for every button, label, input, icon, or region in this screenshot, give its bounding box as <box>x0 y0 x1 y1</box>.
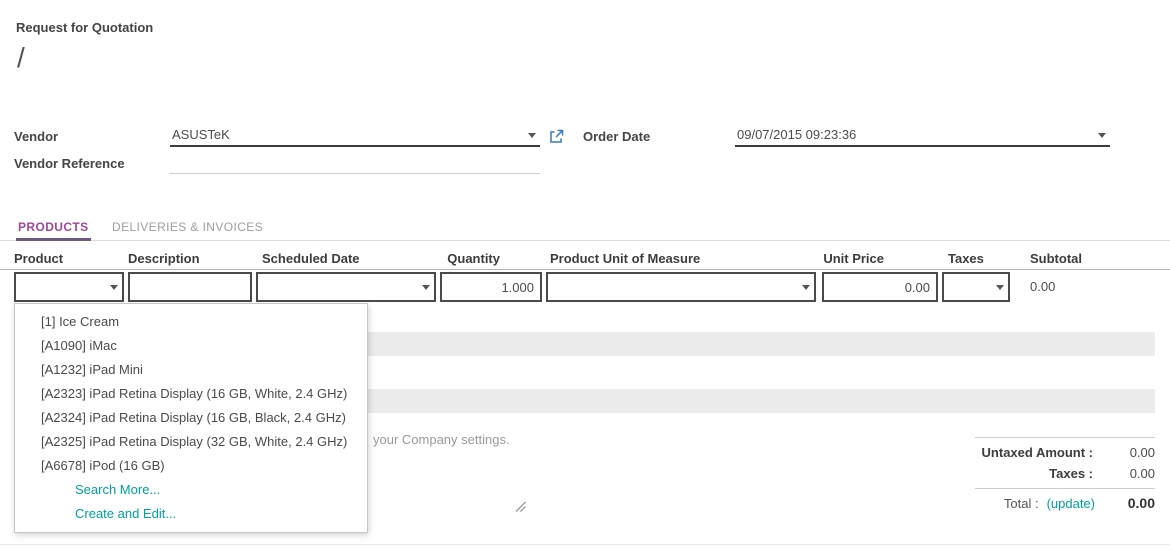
external-link-icon[interactable] <box>549 129 564 144</box>
subtotal-value: 0.00 <box>1030 279 1055 294</box>
update-total-link[interactable]: (update) <box>1047 496 1095 511</box>
description-input[interactable] <box>130 274 250 300</box>
order-date-input[interactable] <box>735 125 1110 145</box>
taxes-row: Taxes : 0.00 <box>975 463 1155 484</box>
dropdown-item[interactable]: [A1232] iPad Mini <box>15 358 367 382</box>
product-combo[interactable] <box>14 272 124 302</box>
order-date-label: Order Date <box>583 129 650 144</box>
scheduled-date-combo[interactable] <box>256 272 436 302</box>
dropdown-item[interactable]: [A6678] iPod (16 GB) <box>15 454 367 478</box>
description-field[interactable] <box>128 272 252 302</box>
taxes-label: Taxes : <box>975 466 1103 481</box>
vendor-reference-input[interactable] <box>170 152 540 173</box>
textarea-resize-grip[interactable] <box>513 499 527 513</box>
dropdown-item[interactable]: [1] Ice Cream <box>15 310 367 334</box>
tab-deliveries-invoices[interactable]: DELIVERIES & INVOICES <box>112 214 263 241</box>
chevron-down-icon[interactable] <box>1098 133 1106 138</box>
column-header-subtotal: Subtotal <box>1030 251 1110 266</box>
total-row: Total : (update) 0.00 <box>975 488 1155 514</box>
tab-products[interactable]: PRODUCTS <box>16 214 91 241</box>
total-label: Total : <box>975 496 1039 511</box>
chevron-down-icon[interactable] <box>422 285 430 290</box>
vendor-field[interactable] <box>170 125 540 147</box>
terms-hint-text: your Company settings. <box>373 432 510 447</box>
uom-combo[interactable] <box>546 272 816 302</box>
quantity-field[interactable] <box>440 272 542 302</box>
column-header-quantity: Quantity <box>400 251 500 266</box>
unit-price-field[interactable] <box>822 272 938 302</box>
quantity-input[interactable] <box>442 274 540 300</box>
uom-input[interactable] <box>548 274 814 300</box>
column-header-unit-price: Unit Price <box>790 251 884 266</box>
dropdown-item[interactable]: [A1090] iMac <box>15 334 367 358</box>
product-autocomplete-dropdown: [1] Ice Cream [A1090] iMac [A1232] iPad … <box>14 303 368 533</box>
create-and-edit-link[interactable]: Create and Edit... <box>15 502 367 526</box>
chevron-down-icon[interactable] <box>996 285 1004 290</box>
column-header-product: Product <box>14 251 114 266</box>
dropdown-item[interactable]: [A2323] iPad Retina Display (16 GB, Whit… <box>15 382 367 406</box>
column-header-taxes: Taxes <box>948 251 1008 266</box>
untaxed-amount-label: Untaxed Amount : <box>975 445 1103 460</box>
total-value: 0.00 <box>1103 495 1155 511</box>
column-header-description: Description <box>128 251 258 266</box>
dropdown-item[interactable]: [A2324] iPad Retina Display (16 GB, Blac… <box>15 406 367 430</box>
vendor-label: Vendor <box>14 129 58 144</box>
document-name: / <box>17 42 25 74</box>
chevron-down-icon[interactable] <box>110 285 118 290</box>
totals-panel: Untaxed Amount : 0.00 Taxes : 0.00 Total… <box>975 437 1155 514</box>
vendor-reference-label: Vendor Reference <box>14 156 125 171</box>
column-header-scheduled-date: Scheduled Date <box>262 251 422 266</box>
vendor-input[interactable] <box>170 125 540 145</box>
unit-price-input[interactable] <box>824 274 936 300</box>
taxes-value: 0.00 <box>1103 466 1155 481</box>
column-header-uom: Product Unit of Measure <box>550 251 770 266</box>
dropdown-item[interactable]: [A2325] iPad Retina Display (32 GB, Whit… <box>15 430 367 454</box>
product-input[interactable] <box>16 274 122 300</box>
order-date-field[interactable] <box>735 125 1110 147</box>
untaxed-amount-row: Untaxed Amount : 0.00 <box>975 442 1155 463</box>
untaxed-amount-value: 0.00 <box>1103 445 1155 460</box>
sheet-bottom-divider <box>0 544 1170 545</box>
chevron-down-icon[interactable] <box>528 133 536 138</box>
chevron-down-icon[interactable] <box>802 285 810 290</box>
products-table-header: Product Description Scheduled Date Quant… <box>0 249 1170 270</box>
taxes-combo[interactable] <box>942 272 1010 302</box>
vendor-reference-field[interactable] <box>170 152 540 174</box>
tab-bar: PRODUCTS DELIVERIES & INVOICES <box>0 214 1170 241</box>
search-more-link[interactable]: Search More... <box>15 478 367 502</box>
doc-type-label: Request for Quotation <box>16 20 153 35</box>
scheduled-date-input[interactable] <box>258 274 434 300</box>
